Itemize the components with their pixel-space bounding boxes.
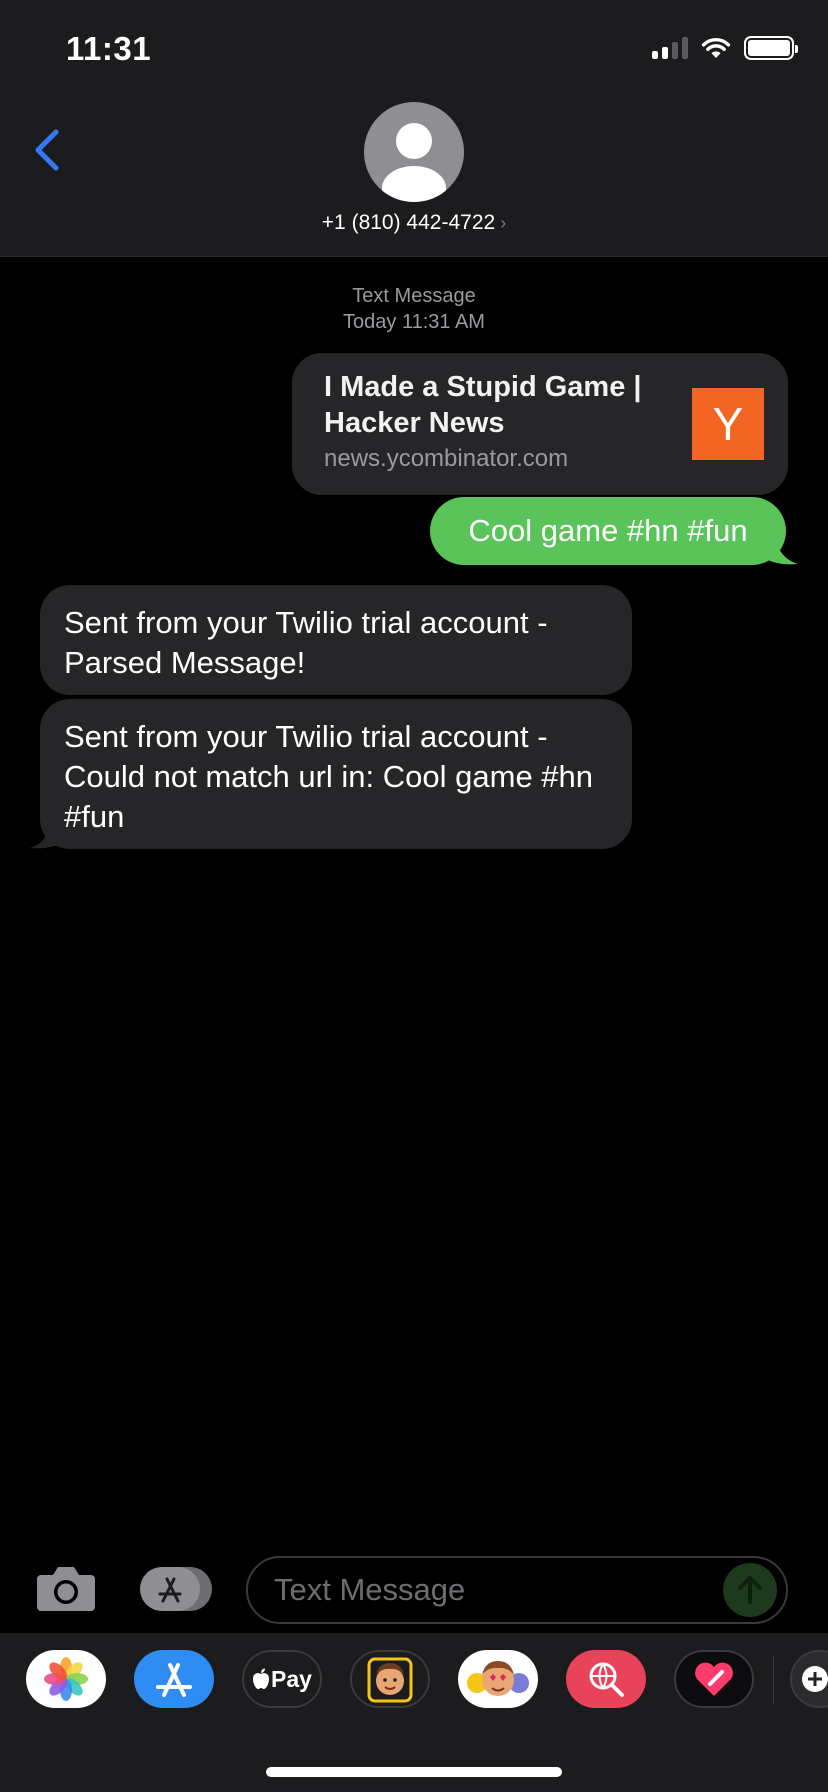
sent-message-bubble[interactable]: Cool game #hn #fun <box>430 497 786 565</box>
memoji-icon <box>367 1657 413 1703</box>
game-controller-icon <box>802 1666 828 1692</box>
battery-icon <box>744 36 798 60</box>
link-preview-bubble[interactable]: I Made a Stupid Game | Hacker News news.… <box>292 353 788 495</box>
link-title: I Made a Stupid Game | Hacker News <box>324 371 642 439</box>
apple-pay-icon[interactable]: Pay <box>242 1650 322 1708</box>
send-button[interactable] <box>723 1563 777 1617</box>
service-label: Text Message <box>352 285 476 307</box>
contact-avatar[interactable] <box>364 102 464 202</box>
timestamp: Today 11:31 AM <box>343 311 485 333</box>
photos-app-icon[interactable] <box>26 1650 106 1708</box>
person-icon <box>382 123 446 202</box>
wifi-icon <box>701 37 731 58</box>
globe-search-icon <box>589 1662 624 1697</box>
heart-icon <box>695 1662 733 1696</box>
contact-number: +1 (810) 442-4722 <box>321 211 496 234</box>
back-chevron-icon[interactable] <box>30 126 66 174</box>
photos-icon <box>44 1657 88 1701</box>
app-store-drawer-icon[interactable] <box>134 1650 214 1708</box>
contact-name-row[interactable]: +1 (810) 442-4722 › <box>0 211 828 235</box>
send-arrow-icon <box>738 1576 762 1604</box>
ycombinator-logo-icon: Y <box>692 388 764 460</box>
apple-pay-label: Pay <box>271 1665 312 1692</box>
home-indicator[interactable] <box>266 1767 562 1777</box>
thread-timestamp: Text Message Today 11:31 AM <box>0 283 828 335</box>
status-time: 11:31 <box>66 30 152 67</box>
message-input[interactable] <box>246 1556 788 1624</box>
web-search-app-icon[interactable] <box>566 1650 646 1708</box>
received-message-bubble[interactable]: Sent from your Twilio trial account - Pa… <box>40 585 632 695</box>
received-message-bubble[interactable]: Sent from your Twilio trial account - Co… <box>40 699 632 849</box>
drawer-divider <box>773 1656 774 1704</box>
memoji-stickers-icon <box>467 1661 529 1696</box>
memoji-app-icon[interactable] <box>350 1650 430 1708</box>
conversation-header: 11:31 +1 (810) 442-4722 › <box>0 0 828 257</box>
cellular-signal-icon <box>652 37 688 59</box>
animoji-stickers-icon[interactable] <box>458 1650 538 1708</box>
camera-icon[interactable] <box>35 1563 97 1613</box>
link-domain: news.ycombinator.com <box>324 445 569 472</box>
app-store-a-icon <box>156 1663 192 1697</box>
app-store-icon[interactable] <box>138 1566 214 1612</box>
digital-touch-icon[interactable] <box>674 1650 754 1708</box>
apple-logo-icon <box>253 1668 270 1689</box>
status-icons <box>652 36 798 60</box>
chevron-right-icon: › <box>500 213 507 233</box>
